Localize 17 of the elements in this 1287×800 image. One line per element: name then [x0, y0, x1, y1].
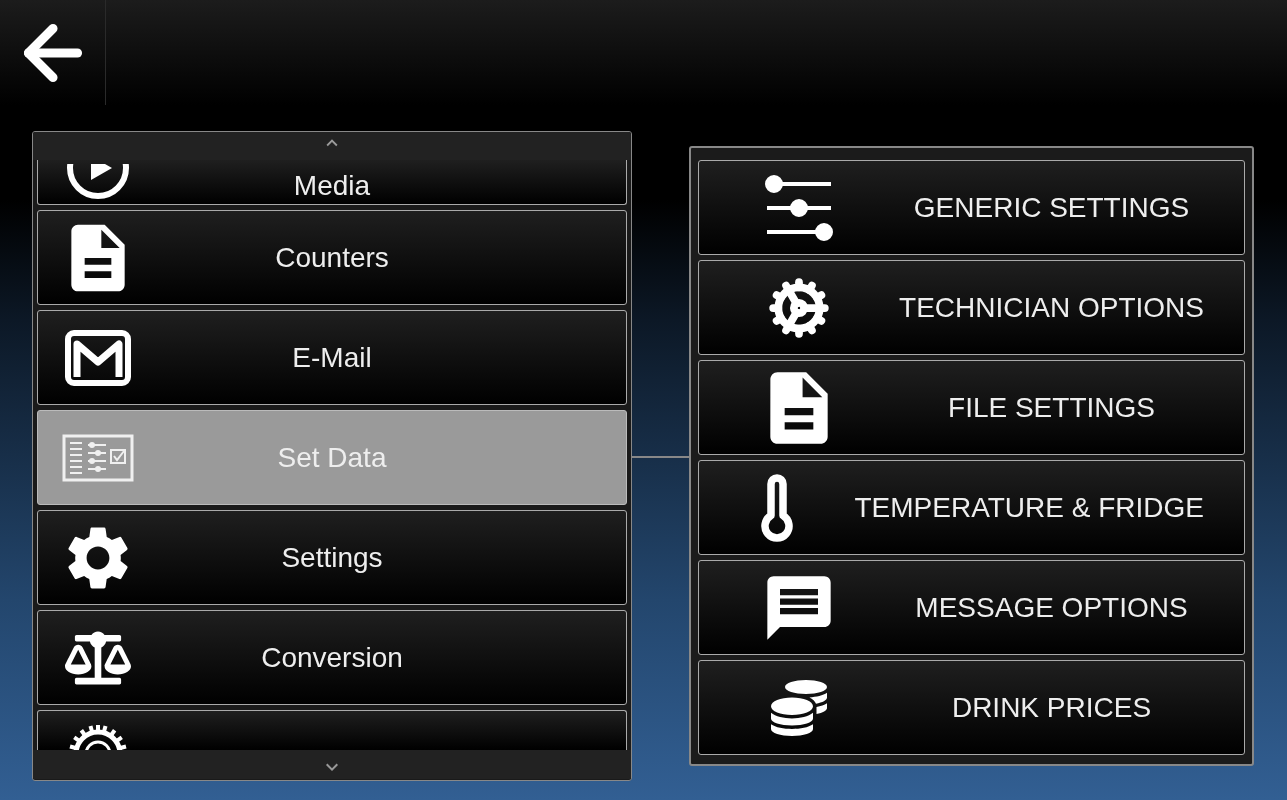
- menu-item[interactable]: [37, 710, 627, 750]
- menu-item[interactable]: Conversion: [37, 610, 627, 705]
- mail-icon: [65, 329, 131, 386]
- menu-item[interactable]: Settings: [37, 510, 627, 605]
- coins-icon: [771, 679, 827, 736]
- menu-item[interactable]: Media: [37, 160, 627, 205]
- gear-icon: [768, 276, 830, 339]
- submenu-item[interactable]: TECHNICIAN OPTIONS: [698, 260, 1245, 355]
- submenu-item[interactable]: TEMPERATURE & FRIDGE: [698, 460, 1245, 555]
- menu-item[interactable]: E-Mail: [37, 310, 627, 405]
- submenu-item[interactable]: FILE SETTINGS: [698, 360, 1245, 455]
- submenu-item[interactable]: DRINK PRICES: [698, 660, 1245, 755]
- sliders-icon: [765, 174, 833, 241]
- menu-item[interactable]: Counters: [37, 210, 627, 305]
- submenu-item[interactable]: MESSAGE OPTIONS: [698, 560, 1245, 655]
- form-checklist-icon: [62, 433, 134, 482]
- submenu-item[interactable]: GENERIC SETTINGS: [698, 160, 1245, 255]
